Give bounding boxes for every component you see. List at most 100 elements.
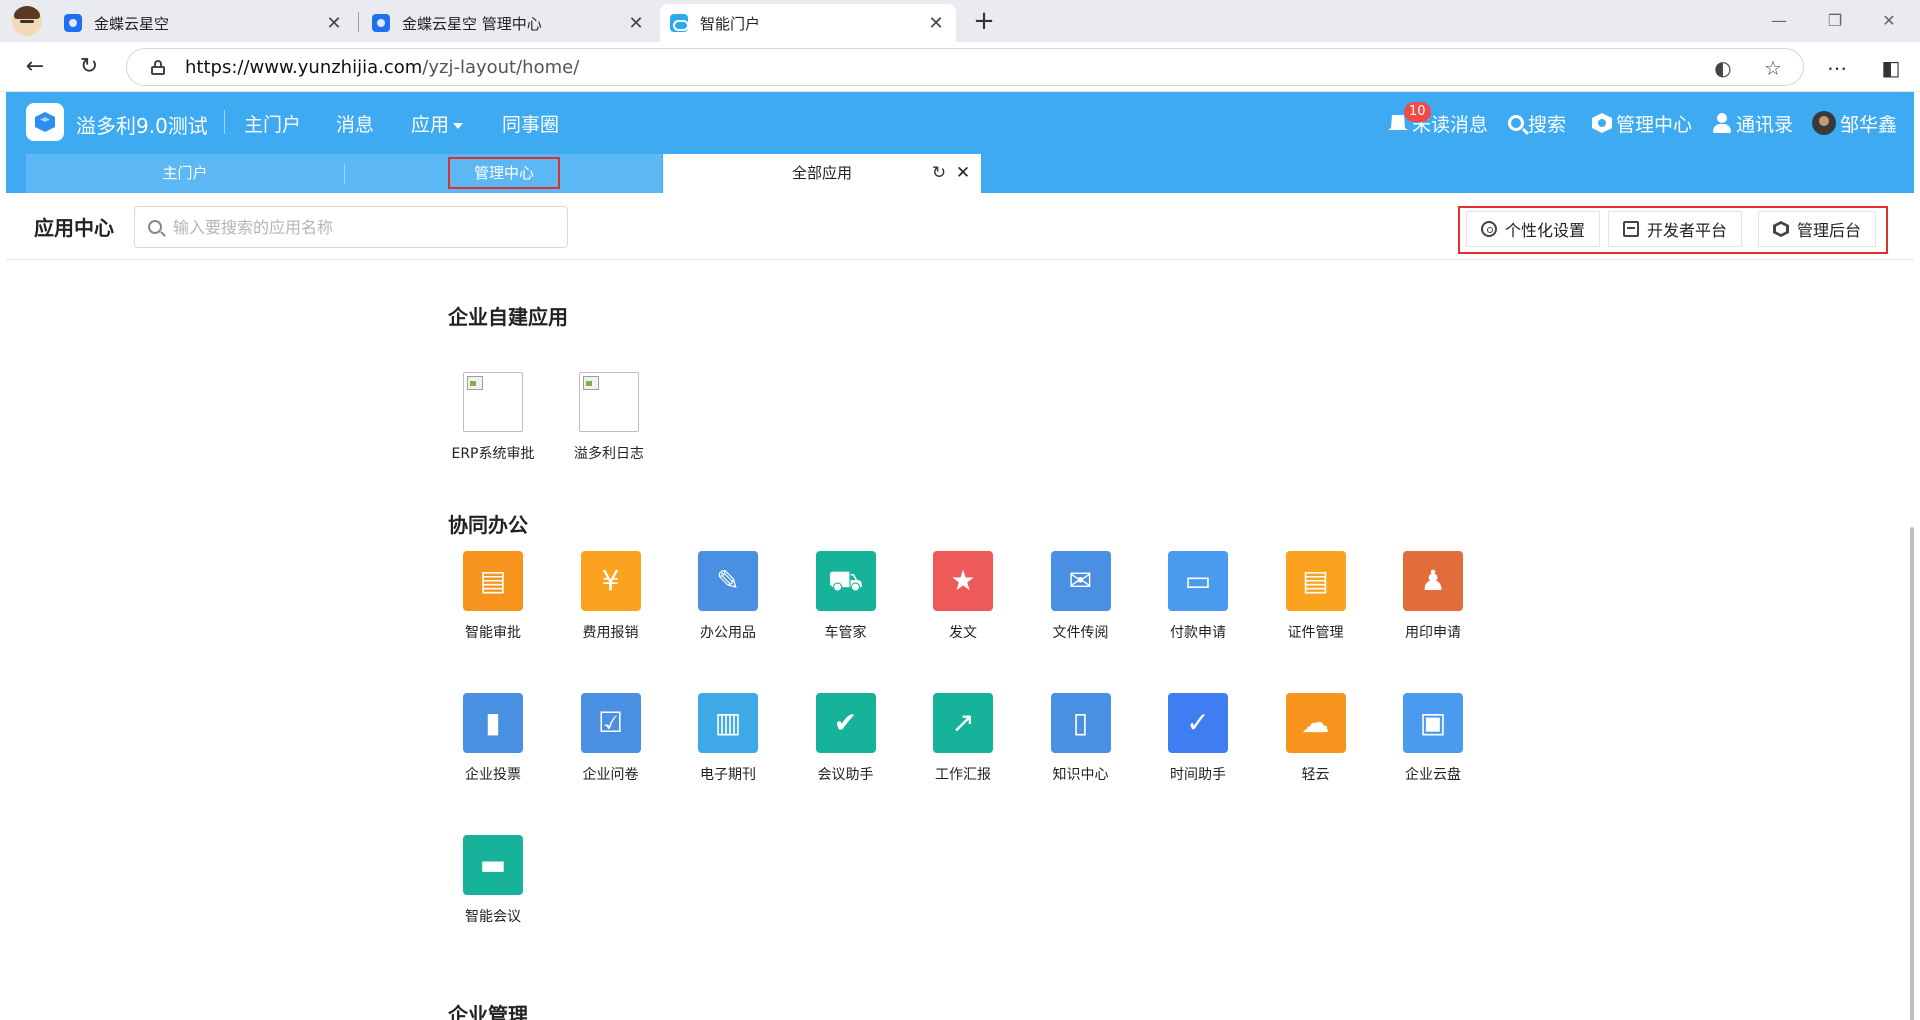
user-name: 邹华鑫 bbox=[1840, 113, 1898, 136]
app-glyph: ★ bbox=[950, 564, 976, 597]
app-glyph: ☁ bbox=[1301, 706, 1330, 739]
minimize-icon[interactable]: — bbox=[1756, 8, 1802, 34]
app-tile[interactable]: ▮ 企业投票 bbox=[448, 693, 538, 785]
app-tile[interactable]: ▥ 电子期刊 bbox=[683, 693, 773, 785]
close-tab-icon[interactable]: ✕ bbox=[952, 154, 974, 193]
broken-image-icon bbox=[463, 372, 523, 432]
cloud-drive-icon: ▣ bbox=[1403, 693, 1463, 753]
tab-home-label: 主门户 bbox=[162, 164, 208, 182]
app-tile[interactable]: ¥ 费用报销 bbox=[566, 551, 656, 643]
caret-down-icon bbox=[453, 122, 464, 129]
unread-messages-button[interactable]: 未读消息 bbox=[1388, 110, 1488, 136]
app-tile-daily-log[interactable]: 溢多利日志 bbox=[564, 372, 654, 464]
more-menu-icon[interactable]: ⋯ bbox=[1822, 55, 1852, 81]
app-name: 企业投票 bbox=[465, 767, 521, 783]
section-title-collaboration: 协同办公 bbox=[448, 513, 528, 537]
browser-tab-1[interactable]: 金蝶云星空 ✕ bbox=[54, 4, 354, 42]
search-icon bbox=[1508, 115, 1524, 131]
sidebar-icon[interactable]: ◧ bbox=[1876, 55, 1906, 81]
app-name: 企业问卷 bbox=[582, 767, 639, 783]
refresh-tab-icon[interactable]: ↻ bbox=[928, 154, 950, 193]
app-search-input[interactable] bbox=[173, 215, 553, 239]
app-tile[interactable]: ⛟ 车管家 bbox=[801, 551, 891, 643]
company-logo[interactable] bbox=[26, 103, 64, 141]
kingdee-icon bbox=[64, 14, 82, 32]
app-viewport: 溢多利9.0测试 主门户 消息 应用 同事圈 未读消息 10 搜索 管理中心 通… bbox=[0, 92, 1920, 1020]
nav-messages[interactable]: 消息 bbox=[336, 110, 374, 137]
nav-apps[interactable]: 应用 bbox=[411, 110, 464, 137]
app-name: 文件传阅 bbox=[1052, 625, 1109, 641]
payment-icon: ▭ bbox=[1168, 551, 1228, 611]
back-icon[interactable]: ← bbox=[20, 53, 50, 83]
app-tile-erp-approval[interactable]: ERP系统审批 bbox=[448, 372, 538, 464]
app-tile[interactable]: ▤ 智能审批 bbox=[448, 551, 538, 643]
search-button[interactable]: 搜索 bbox=[1508, 110, 1566, 136]
user-menu[interactable]: 邹华鑫 bbox=[1812, 110, 1897, 136]
close-tab-icon[interactable]: ✕ bbox=[926, 13, 946, 34]
vote-icon: ▮ bbox=[463, 693, 523, 753]
contacts-button[interactable]: 通讯录 bbox=[1712, 110, 1793, 136]
meeting-icon: ✔ bbox=[815, 693, 876, 753]
browser-tab-3[interactable]: 智能门户 ✕ bbox=[660, 4, 956, 42]
app-tile[interactable]: ★ 发文 bbox=[918, 551, 1008, 643]
app-glyph: ▭ bbox=[1184, 564, 1212, 597]
app-tile[interactable]: ↗ 工作汇报 bbox=[918, 693, 1008, 785]
app-tile[interactable]: ✎ 办公用品 bbox=[683, 551, 773, 643]
app-glyph: ▤ bbox=[479, 564, 507, 597]
broken-image-icon bbox=[579, 372, 639, 432]
app-tile[interactable]: ✔ 会议助手 bbox=[801, 693, 891, 785]
close-tab-icon[interactable]: ✕ bbox=[324, 13, 344, 34]
app-tile[interactable]: ✉ 文件传阅 bbox=[1036, 551, 1126, 643]
cloud-icon bbox=[670, 14, 689, 32]
developer-platform-button[interactable]: 开发者平台 bbox=[1608, 211, 1743, 247]
personalize-settings-button[interactable]: 个性化设置 bbox=[1466, 211, 1601, 247]
contacts-icon bbox=[1712, 113, 1732, 133]
app-name: 发文 bbox=[949, 625, 977, 641]
reload-icon[interactable]: ↻ bbox=[74, 53, 104, 83]
close-window-icon[interactable]: ✕ bbox=[1866, 8, 1912, 34]
app-header: 溢多利9.0测试 主门户 消息 应用 同事圈 未读消息 10 搜索 管理中心 通… bbox=[6, 92, 1914, 193]
office-supplies-icon: ✎ bbox=[698, 551, 758, 611]
app-name: 证件管理 bbox=[1287, 625, 1344, 641]
browser-tab-strip: 金蝶云星空 ✕ 金蝶云星空 管理中心 ✕ 智能门户 ✕ + — ❐ ✕ bbox=[0, 0, 1920, 42]
address-bar-row: ← ↻ https://www.yunzhijia.com/yzj-layout… bbox=[0, 42, 1920, 92]
browser-tab-2[interactable]: 金蝶云星空 管理中心 ✕ bbox=[362, 4, 656, 42]
company-name[interactable]: 溢多利9.0测试 bbox=[76, 110, 208, 139]
app-glyph: ✓ bbox=[1186, 706, 1210, 739]
app-tile[interactable]: ✓ 时间助手 bbox=[1153, 693, 1243, 785]
admin-center-button[interactable]: 管理中心 bbox=[1592, 110, 1692, 136]
highlight-box bbox=[448, 157, 560, 189]
app-tile[interactable]: ▯ 知识中心 bbox=[1036, 693, 1126, 785]
app-search-box[interactable] bbox=[134, 206, 568, 248]
page-title: 应用中心 bbox=[34, 216, 114, 240]
close-tab-icon[interactable]: ✕ bbox=[626, 13, 646, 34]
app-glyph: ☑ bbox=[597, 706, 624, 739]
nav-home[interactable]: 主门户 bbox=[244, 110, 301, 137]
app-tile[interactable]: ♟ 用印申请 bbox=[1388, 551, 1478, 643]
app-tile[interactable]: ▬ 智能会议 bbox=[448, 835, 538, 927]
browser-tab-title: 金蝶云星空 管理中心 bbox=[402, 14, 542, 33]
developer-icon bbox=[1623, 221, 1639, 237]
restore-icon[interactable]: ❐ bbox=[1812, 8, 1858, 34]
url-field[interactable]: https://www.yunzhijia.com/yzj-layout/hom… bbox=[126, 48, 1804, 86]
app-tile[interactable]: ▤ 证件管理 bbox=[1271, 551, 1361, 643]
app-glyph: ▯ bbox=[1072, 706, 1089, 739]
admin-backend-button[interactable]: 管理后台 bbox=[1758, 211, 1877, 247]
new-tab-button[interactable]: + bbox=[968, 6, 1000, 38]
favorite-star-icon[interactable]: ☆ bbox=[1761, 56, 1785, 80]
nav-colleague-circle[interactable]: 同事圈 bbox=[502, 110, 559, 137]
app-tile[interactable]: ☑ 企业问卷 bbox=[566, 693, 656, 785]
app-name: 智能审批 bbox=[465, 625, 521, 641]
app-tile[interactable]: ▭ 付款申请 bbox=[1153, 551, 1243, 643]
section-title-next: 企业管理 bbox=[448, 1003, 528, 1020]
app-tile[interactable]: ☁ 轻云 bbox=[1271, 693, 1361, 785]
search-label: 搜索 bbox=[1528, 113, 1567, 136]
profile-avatar[interactable] bbox=[12, 6, 42, 36]
app-name: 办公用品 bbox=[700, 625, 756, 641]
content-scrollbar[interactable] bbox=[1910, 527, 1914, 1020]
read-aloud-icon[interactable]: ◐ bbox=[1711, 56, 1735, 80]
admin-backend-label: 管理后台 bbox=[1797, 221, 1862, 240]
browser-tab-title: 金蝶云星空 bbox=[94, 14, 170, 33]
survey-icon: ☑ bbox=[580, 693, 641, 753]
app-tile[interactable]: ▣ 企业云盘 bbox=[1388, 693, 1478, 785]
